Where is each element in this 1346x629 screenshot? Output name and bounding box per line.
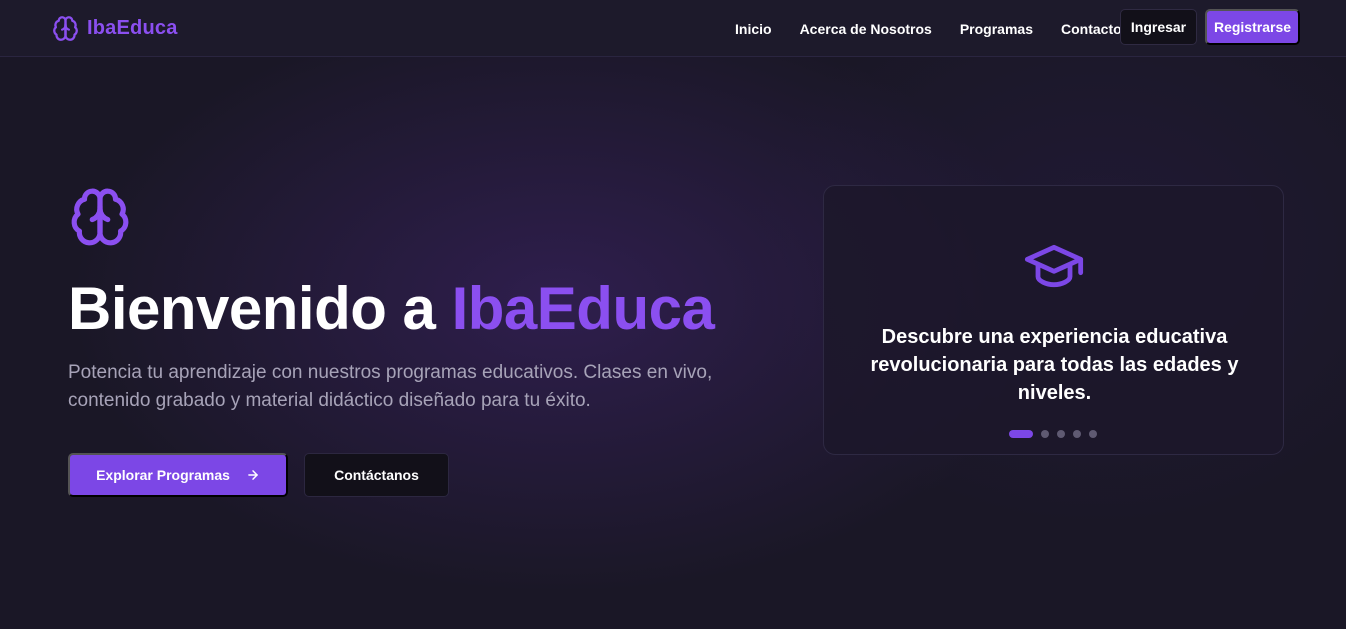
hero-title: Bienvenido a IbaEduca — [68, 275, 715, 342]
carousel-dot-3[interactable] — [1057, 430, 1065, 438]
carousel-slide-text: Descubre una experiencia educativa revol… — [870, 326, 1239, 404]
register-button[interactable]: Registrarse — [1205, 9, 1300, 45]
brand-logo[interactable]: IbaEduca — [52, 13, 178, 43]
carousel-dot-2[interactable] — [1041, 430, 1049, 438]
contact-button[interactable]: Contáctanos — [304, 453, 449, 497]
nav-link-inicio[interactable]: Inicio — [735, 21, 772, 37]
brand-name: IbaEduca — [87, 16, 178, 39]
hero-title-brand: IbaEduca — [451, 275, 715, 342]
carousel-dot-4[interactable] — [1073, 430, 1081, 438]
explore-programs-label: Explorar Programas — [96, 467, 230, 483]
explore-programs-button[interactable]: Explorar Programas — [68, 453, 288, 497]
feature-carousel: Descubre una experiencia educativa revol… — [823, 185, 1284, 455]
carousel-dot-5[interactable] — [1089, 430, 1097, 438]
nav-link-acerca[interactable]: Acerca de Nosotros — [800, 21, 932, 37]
carousel-indicators — [1009, 430, 1097, 438]
nav-link-programas[interactable]: Programas — [960, 21, 1033, 37]
nav-link-contacto[interactable]: Contacto — [1061, 21, 1122, 37]
nav-links: Inicio Acerca de Nosotros Programas Cont… — [735, 0, 1150, 57]
navbar: IbaEduca Inicio Acerca de Nosotros Progr… — [0, 0, 1346, 57]
brain-icon — [71, 188, 129, 246]
graduation-cap-icon — [1024, 244, 1084, 288]
arrow-right-icon — [248, 470, 258, 480]
login-button[interactable]: Ingresar — [1120, 9, 1197, 45]
hero-title-prefix: Bienvenido a — [68, 275, 452, 342]
brain-icon — [53, 15, 78, 41]
hero-subtitle: Potencia tu aprendizaje con nuestros pro… — [68, 362, 713, 411]
carousel-dot-1[interactable] — [1009, 430, 1033, 438]
